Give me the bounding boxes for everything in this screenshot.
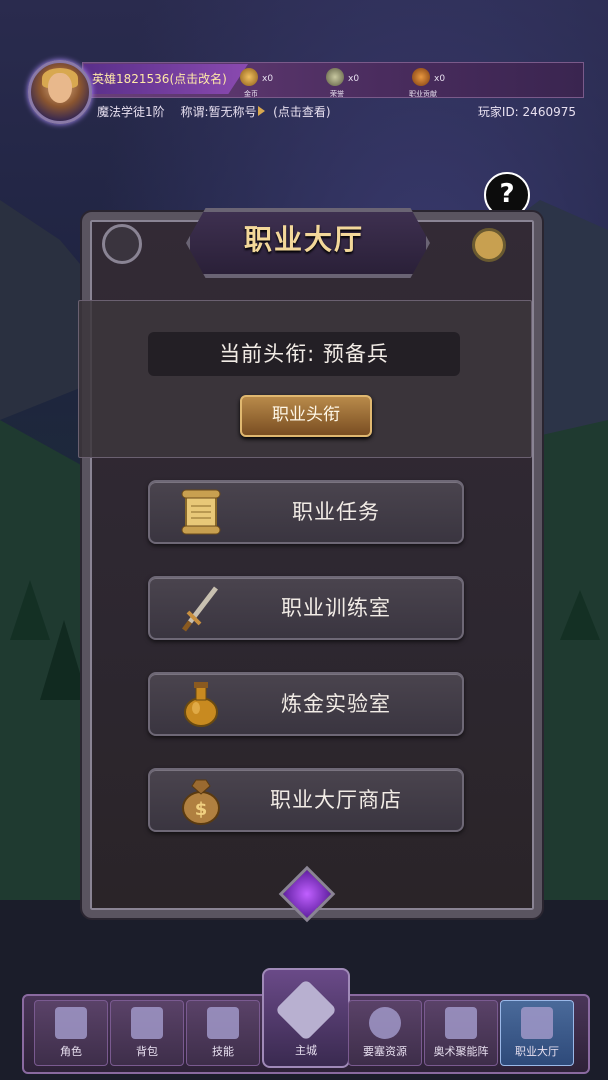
title-label: 称谓:暂无称号 xyxy=(180,105,257,119)
current-rank: 当前头衔: 预备兵 xyxy=(148,332,460,376)
menu-label: 职业任务 xyxy=(292,500,380,524)
gold-coin-icon xyxy=(240,68,258,86)
guild-shop-button[interactable]: $ 职业大厅商店 xyxy=(148,768,464,832)
play-arrow-icon xyxy=(258,106,266,116)
player-info-row: 魔法学徒1阶 称谓:暂无称号 (点击查看) xyxy=(97,103,343,120)
honor-medal-icon xyxy=(326,68,344,86)
nav-arcane-array[interactable]: 奥术聚能阵 xyxy=(424,1000,498,1066)
nav-skills[interactable]: 技能 xyxy=(186,1000,260,1066)
avatar-face xyxy=(48,73,72,103)
guild-quest-button[interactable]: 职业任务 xyxy=(148,480,464,544)
resource-gold: x0 金币 xyxy=(240,68,300,98)
skill-book-icon xyxy=(207,1007,239,1039)
nav-backpack[interactable]: 背包 xyxy=(110,1000,184,1066)
guild-contribution-icon xyxy=(412,68,430,86)
player-name-button[interactable]: 英雄1821536(点击改名) xyxy=(84,64,248,94)
menu-label: 炼金实验室 xyxy=(281,692,391,716)
rank-title-button[interactable]: 职业头衔 xyxy=(240,395,372,437)
svg-text:$: $ xyxy=(195,799,208,820)
training-room-button[interactable]: 职业训练室 xyxy=(148,576,464,640)
nav-main-city[interactable]: 主城 xyxy=(262,968,350,1068)
player-avatar[interactable] xyxy=(28,60,92,124)
menu-label: 职业训练室 xyxy=(281,596,391,620)
frame-corner-left xyxy=(102,224,142,264)
player-id: 玩家ID: 2460975 xyxy=(477,105,576,119)
guild-hall-icon xyxy=(521,1007,553,1039)
menu-label: 职业大厅商店 xyxy=(270,788,402,812)
main-city-emblem-icon xyxy=(274,978,338,1042)
nav-fortress-resources[interactable]: 要塞资源 xyxy=(348,1000,422,1066)
resource-contribution: x0 职业贡献 xyxy=(409,68,472,98)
alchemy-lab-button[interactable]: 炼金实验室 xyxy=(148,672,464,736)
resource-honor: x0 荣誉 xyxy=(326,68,386,98)
nav-guild-hall[interactable]: 职业大厅 xyxy=(500,1000,574,1066)
fortress-resource-icon xyxy=(369,1007,401,1039)
nav-character[interactable]: 角色 xyxy=(34,1000,108,1066)
class-rank: 魔法学徒1阶 xyxy=(97,105,165,119)
view-title-link[interactable]: (点击查看) xyxy=(273,105,330,119)
backpack-icon xyxy=(131,1007,163,1039)
settings-gear-icon[interactable] xyxy=(472,228,506,262)
character-icon xyxy=(55,1007,87,1039)
arcane-book-icon xyxy=(445,1007,477,1039)
page-title: 职业大厅 xyxy=(243,223,364,256)
